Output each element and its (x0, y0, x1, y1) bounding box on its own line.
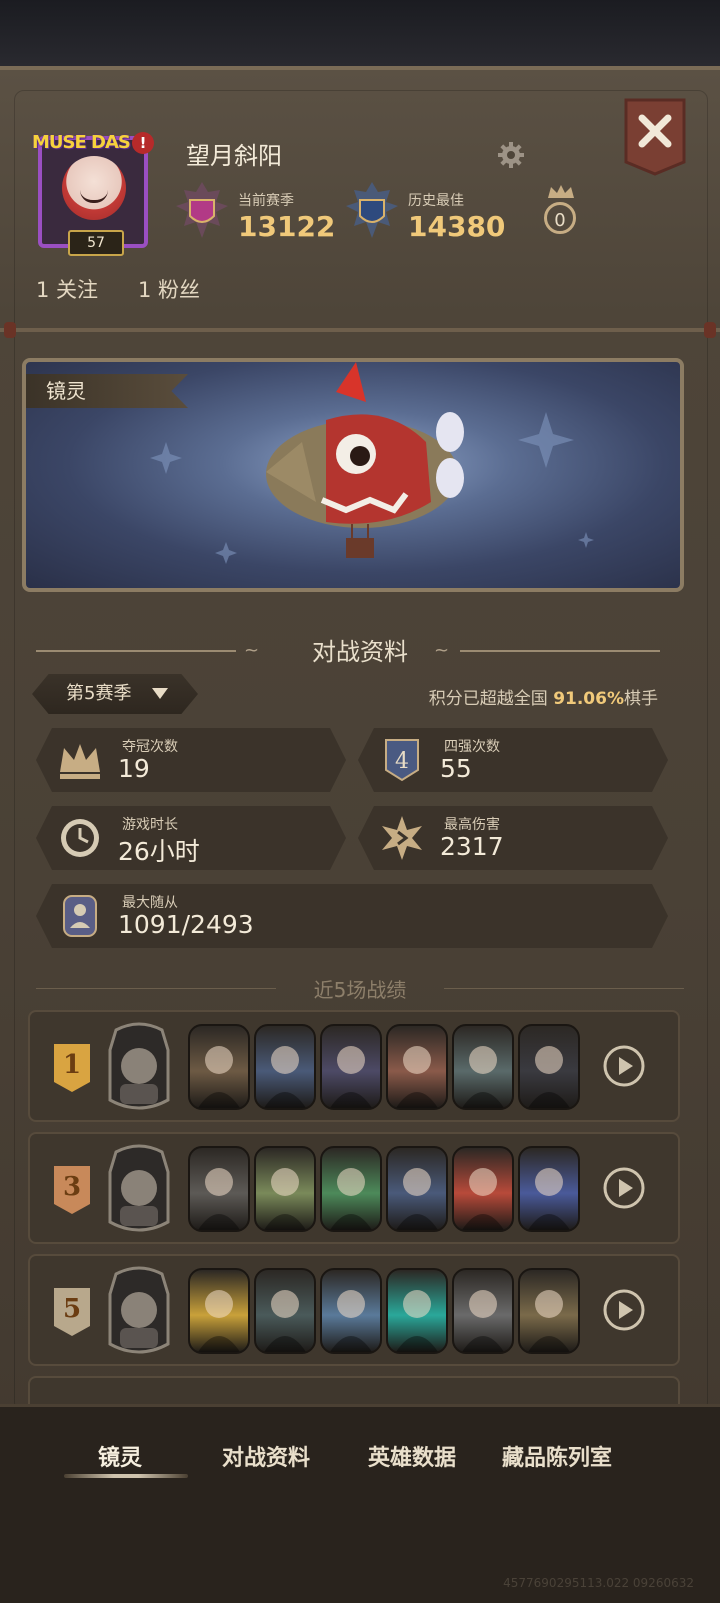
stat-label: 最高伤害 (444, 817, 500, 833)
unit-portrait (518, 1268, 580, 1354)
divider-line (460, 650, 660, 652)
hero-portrait (106, 1020, 172, 1112)
placement-value: 5 (62, 1294, 82, 1324)
username: 望月斜阳 (186, 142, 282, 170)
best-season-value: 14380 (408, 210, 506, 243)
stat-label: 最大随从 (122, 895, 178, 911)
replay-button[interactable] (602, 1166, 646, 1210)
hero-portrait (106, 1142, 172, 1234)
stat-value: 55 (440, 754, 472, 783)
unit-portrait (452, 1268, 514, 1354)
stat-value: 1091/2493 (118, 910, 254, 939)
current-season-label: 当前赛季 (238, 193, 294, 209)
decorative-rod (0, 322, 720, 338)
match-row[interactable]: 3 (28, 1132, 680, 1244)
build-id: 4577690295113.022 09260632 (503, 1576, 694, 1590)
replay-button[interactable] (602, 1288, 646, 1332)
play-icon (603, 1167, 645, 1209)
match-row[interactable]: 1 (28, 1010, 680, 1122)
unit-portrait (386, 1024, 448, 1110)
level-badge: 57 (68, 230, 124, 256)
rank-percentile: 积分已超越全国 91.06%棋手 (429, 684, 658, 709)
divider-line (444, 988, 684, 989)
match-row[interactable]: 5 (28, 1254, 680, 1366)
clock-icon (54, 812, 106, 864)
damage-burst-icon (376, 812, 428, 864)
top4-badge-icon: 4 (376, 734, 428, 786)
ornament-icon: ~ (434, 640, 450, 661)
unit-portrait (320, 1146, 382, 1232)
unit-portrait (452, 1146, 514, 1232)
placement-badge: 1 (52, 1042, 92, 1094)
active-tab-indicator (64, 1474, 188, 1478)
play-icon (603, 1289, 645, 1331)
unit-portrait (386, 1268, 448, 1354)
close-button[interactable] (624, 98, 686, 176)
stat-playtime: 游戏时长 26小时 (36, 806, 346, 870)
stat-value: 19 (118, 754, 150, 783)
rank-note-suffix: 棋手 (624, 689, 658, 709)
unit-portrait (254, 1268, 316, 1354)
unit-portrait (518, 1024, 580, 1110)
tab-collection[interactable]: 藏品陈列室 (502, 1440, 612, 1472)
following-count[interactable]: 1 关注 (36, 274, 98, 304)
season-dropdown[interactable]: 第5赛季 (32, 674, 198, 714)
season-emblem-icon (176, 182, 228, 238)
tab-hero-data[interactable]: 英雄数据 (368, 1440, 456, 1472)
stat-value: 26小时 (118, 837, 200, 866)
stat-label: 游戏时长 (122, 817, 178, 833)
crown-counter[interactable]: 0 (540, 184, 582, 240)
unit-portrait (188, 1268, 250, 1354)
tab-battle-data[interactable]: 对战资料 (222, 1440, 310, 1472)
best-emblem-icon (346, 182, 398, 238)
stat-top4: 4 四强次数 55 (358, 728, 668, 792)
unit-portrait (518, 1146, 580, 1232)
minion-icon (54, 890, 106, 942)
alert-icon: ! (132, 132, 154, 154)
stat-label: 四强次数 (444, 739, 500, 755)
season-dropdown-label: 第5赛季 (66, 683, 132, 704)
stat-value: 2317 (440, 832, 504, 861)
unit-portrait (320, 1268, 382, 1354)
crown-icon (54, 734, 106, 786)
unit-portrait (254, 1146, 316, 1232)
avatar-face (62, 156, 126, 220)
hero-portrait (106, 1264, 172, 1356)
unit-portrait (188, 1146, 250, 1232)
rank-note-value: 91.06% (553, 689, 624, 709)
play-icon (603, 1045, 645, 1087)
unit-portrait (188, 1024, 250, 1110)
top-bar (0, 0, 720, 70)
rank-note-prefix: 积分已超越全国 (428, 689, 554, 709)
crown-count-value: 0 (544, 202, 576, 234)
tab-mirror-spirit[interactable]: 镜灵 (98, 1440, 142, 1472)
stat-championships: 夺冠次数 19 (36, 728, 346, 792)
placement-badge: 3 (52, 1164, 92, 1216)
mirror-spirit-showcase[interactable]: 镜灵 (22, 358, 684, 592)
replay-button[interactable] (602, 1044, 646, 1088)
unit-portrait (254, 1024, 316, 1110)
crown-icon (548, 185, 574, 198)
best-season-label: 历史最佳 (408, 193, 464, 209)
unit-portrait (320, 1024, 382, 1110)
unit-portrait (452, 1024, 514, 1110)
placement-value: 1 (62, 1050, 82, 1080)
placement-value: 3 (62, 1172, 82, 1202)
stat-max-minions: 最大随从 1091/2493 (36, 884, 668, 948)
chevron-down-icon (152, 688, 168, 699)
unit-portrait (386, 1146, 448, 1232)
placement-badge: 5 (52, 1286, 92, 1338)
avatar[interactable]: MUSE DAS ! 57 (32, 132, 154, 258)
svg-text:4: 4 (395, 749, 409, 774)
stat-label: 夺冠次数 (122, 739, 178, 755)
tab-bar (0, 1404, 720, 1603)
stat-max-damage: 最高伤害 2317 (358, 806, 668, 870)
avatar-brand-text: MUSE DAS (32, 132, 131, 153)
current-season-value: 13122 (238, 210, 336, 243)
followers-count[interactable]: 1 粉丝 (138, 274, 200, 304)
showcase-label: 镜灵 (26, 374, 188, 408)
gear-icon[interactable] (496, 140, 526, 170)
